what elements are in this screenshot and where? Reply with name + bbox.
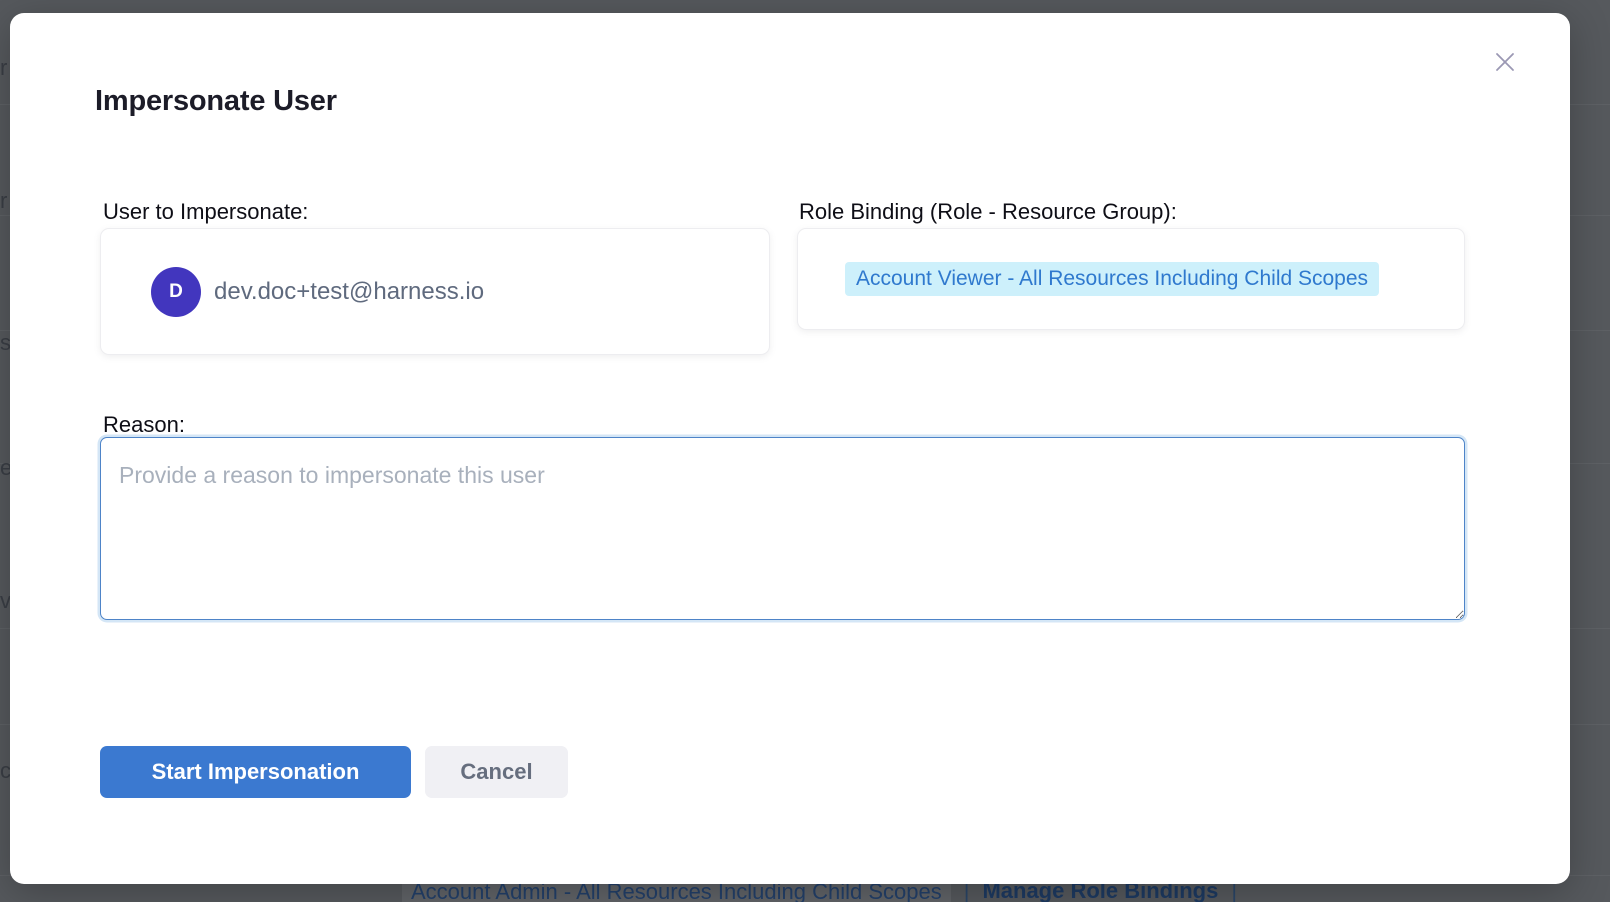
close-icon[interactable] [1487,44,1523,80]
close-x-glyph [1489,46,1521,78]
start-impersonation-button[interactable]: Start Impersonation [100,746,411,798]
role-binding-badge: Account Viewer - All Resources Including… [845,262,1379,296]
modal-actions: Start Impersonation Cancel [100,746,568,798]
impersonate-user-modal: Impersonate User User to Impersonate: D … [10,13,1570,884]
page-title: Impersonate User [95,85,337,118]
avatar: D [151,267,201,317]
cancel-button[interactable]: Cancel [425,746,568,798]
reason-textarea[interactable] [100,437,1465,620]
role-binding-card: Account Viewer - All Resources Including… [797,228,1465,330]
role-binding-label: Role Binding (Role - Resource Group): [799,199,1177,225]
user-card: D dev.doc+test@harness.io [100,228,770,355]
user-email: dev.doc+test@harness.io [214,278,484,306]
user-to-impersonate-label: User to Impersonate: [103,199,308,225]
reason-label: Reason: [103,412,185,438]
